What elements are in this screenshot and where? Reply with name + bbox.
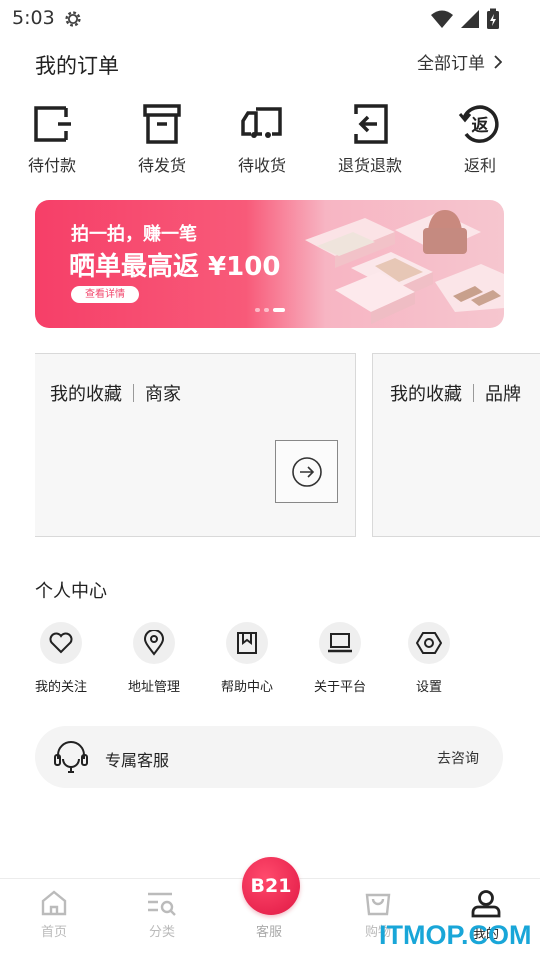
favorites-title: 我的收藏: [50, 384, 122, 405]
personal-item-label: 帮助中心: [220, 680, 273, 695]
personal-item-label: 关于平台: [313, 680, 366, 695]
order-item-pending-shipment[interactable]: 待发货: [138, 100, 186, 176]
personal-item-label: 我的关注: [34, 680, 87, 695]
banner-dot: [255, 308, 260, 312]
favorites-card-title: 我的收藏 品牌: [390, 380, 521, 406]
icon-circle: [319, 622, 361, 664]
bookmark-icon: [237, 632, 257, 654]
favorites-tag: 商家: [145, 384, 181, 405]
svg-text:返: 返: [472, 116, 489, 136]
order-item-label: 待发货: [138, 156, 187, 175]
personal-item-about[interactable]: 关于平台: [300, 622, 380, 695]
favorites-card-title: 我的收藏 商家: [50, 380, 181, 406]
orders-title: 我的订单: [35, 54, 119, 78]
icon-circle: [408, 622, 450, 664]
order-item-pending-receipt[interactable]: 待收货: [238, 100, 286, 176]
favorites-merchants-card[interactable]: 我的收藏 商家: [35, 353, 356, 537]
shopping-bag-icon: [365, 893, 391, 916]
wallet-icon: [34, 106, 71, 142]
title-divider: [473, 384, 474, 402]
b21-logo[interactable]: B21: [242, 857, 300, 915]
order-item-pending-payment[interactable]: 待付款: [28, 100, 76, 176]
order-item-rebate[interactable]: 返 返利: [456, 100, 504, 176]
title-divider: [133, 384, 134, 402]
heart-icon: [49, 632, 73, 654]
arrow-right-circle-icon: [291, 456, 322, 487]
status-time: 5:03: [12, 7, 55, 29]
personal-item-address[interactable]: 地址管理: [114, 622, 194, 695]
tab-category[interactable]: 分类: [132, 889, 192, 940]
tab-label: 分类: [148, 925, 175, 940]
order-item-label: 待收货: [238, 156, 287, 175]
banner-dot-active: [273, 308, 285, 312]
banner-details-button[interactable]: 查看详情: [71, 286, 139, 303]
box-icon: [143, 104, 181, 144]
chevron-right-icon: [494, 54, 502, 69]
home-icon: [41, 890, 67, 916]
personal-item-help[interactable]: 帮助中心: [207, 622, 287, 695]
tab-home[interactable]: 首页: [24, 889, 84, 940]
hexagon-settings-icon: [416, 632, 442, 654]
tab-service-label[interactable]: 客服: [256, 921, 282, 940]
order-item-returns[interactable]: 退货退款: [338, 100, 402, 176]
banner-headline: 晒单最高返 ¥100: [69, 252, 281, 282]
gear-icon: [65, 11, 81, 27]
order-status-row: 待付款 待发货 待收货 退货退款 返 返利: [20, 100, 520, 180]
return-icon: [354, 104, 388, 144]
personal-item-label: 设置: [415, 680, 442, 695]
promo-banner[interactable]: 拍一拍，赚一笔 晒单最高返 ¥100 查看详情: [35, 200, 504, 328]
headset-icon: [54, 741, 88, 773]
person-icon: [471, 890, 501, 918]
banner-pagination: [255, 308, 285, 312]
all-orders-link[interactable]: 全部订单: [417, 49, 502, 74]
signal-icon: [461, 10, 479, 28]
banner-dot: [264, 308, 269, 312]
truck-icon: [241, 107, 282, 138]
favorites-tag: 品牌: [485, 384, 521, 405]
location-pin-icon: [143, 630, 165, 656]
tab-label: 首页: [40, 925, 67, 940]
watermark-logo: ITMOP.COM: [379, 920, 532, 950]
all-orders-label: 全部订单: [417, 54, 485, 74]
icon-circle: [226, 622, 268, 664]
consult-button[interactable]: 去咨询: [437, 748, 479, 768]
favorites-brands-card[interactable]: 我的收藏 品牌: [372, 353, 540, 537]
wifi-icon: [431, 10, 453, 28]
category-search-icon: [148, 892, 176, 916]
favorites-title: 我的收藏: [390, 384, 462, 405]
laptop-icon: [328, 633, 352, 653]
favorites-open-button[interactable]: [275, 440, 338, 503]
icon-circle: [40, 622, 82, 664]
personal-center-title: 个人中心: [35, 581, 107, 602]
battery-icon: [487, 8, 499, 29]
status-bar: 5:03: [0, 0, 540, 38]
customer-service-bar[interactable]: 专属客服 去咨询: [35, 726, 503, 788]
customer-service-label: 专属客服: [105, 751, 170, 770]
personal-item-following[interactable]: 我的关注: [21, 622, 101, 695]
personal-item-label: 地址管理: [127, 680, 180, 695]
order-item-label: 待付款: [28, 156, 77, 175]
order-item-label: 退货退款: [338, 156, 403, 175]
personal-item-settings[interactable]: 设置: [389, 622, 469, 695]
rebate-icon: 返: [458, 105, 499, 143]
banner-subtitle: 拍一拍，赚一笔: [71, 224, 197, 245]
order-item-label: 返利: [463, 156, 496, 175]
icon-circle: [133, 622, 175, 664]
